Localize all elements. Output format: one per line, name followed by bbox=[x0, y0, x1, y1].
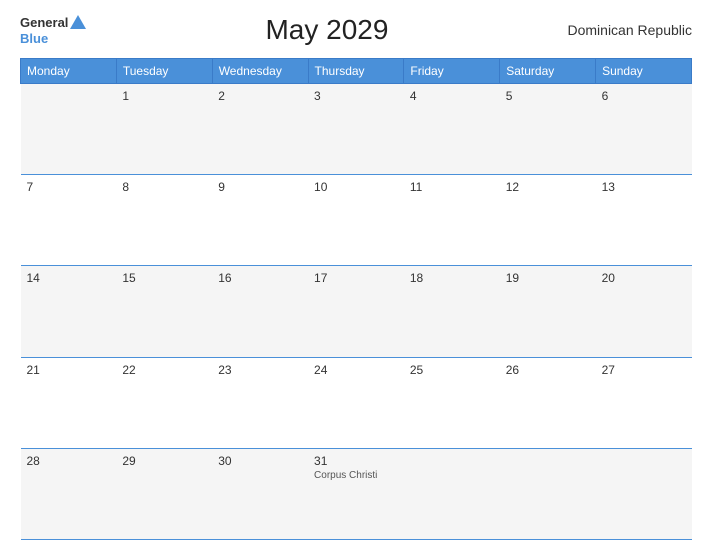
day-number: 30 bbox=[218, 454, 302, 468]
calendar-day-cell: 29 bbox=[116, 448, 212, 539]
calendar-title: May 2029 bbox=[265, 14, 388, 46]
calendar-day-cell: 5 bbox=[500, 84, 596, 175]
calendar-day-cell: 20 bbox=[596, 266, 692, 357]
day-number: 11 bbox=[410, 180, 494, 194]
day-number: 2 bbox=[218, 89, 302, 103]
calendar-day-cell: 12 bbox=[500, 175, 596, 266]
logo-triangle-icon bbox=[70, 15, 86, 29]
day-number: 10 bbox=[314, 180, 398, 194]
calendar-day-cell bbox=[404, 448, 500, 539]
day-number: 1 bbox=[122, 89, 206, 103]
day-number: 18 bbox=[410, 271, 494, 285]
day-number: 23 bbox=[218, 363, 302, 377]
day-number: 31 bbox=[314, 454, 398, 468]
calendar-day-cell: 13 bbox=[596, 175, 692, 266]
logo: General Blue bbox=[20, 15, 86, 46]
calendar-day-cell bbox=[21, 84, 117, 175]
col-thursday: Thursday bbox=[308, 59, 404, 84]
day-number: 4 bbox=[410, 89, 494, 103]
calendar-day-cell: 4 bbox=[404, 84, 500, 175]
calendar-day-cell: 21 bbox=[21, 357, 117, 448]
calendar-day-cell: 1 bbox=[116, 84, 212, 175]
calendar-day-cell: 24 bbox=[308, 357, 404, 448]
day-number: 26 bbox=[506, 363, 590, 377]
calendar-day-cell: 3 bbox=[308, 84, 404, 175]
calendar-day-cell: 22 bbox=[116, 357, 212, 448]
region-label: Dominican Republic bbox=[567, 22, 692, 38]
day-number: 20 bbox=[602, 271, 686, 285]
day-number: 7 bbox=[27, 180, 111, 194]
day-number: 25 bbox=[410, 363, 494, 377]
calendar-day-cell: 8 bbox=[116, 175, 212, 266]
calendar-day-cell: 11 bbox=[404, 175, 500, 266]
calendar-day-cell: 25 bbox=[404, 357, 500, 448]
event-label: Corpus Christi bbox=[314, 470, 398, 481]
calendar-day-cell: 7 bbox=[21, 175, 117, 266]
logo-blue-text: Blue bbox=[20, 31, 48, 46]
calendar-table: Monday Tuesday Wednesday Thursday Friday… bbox=[20, 58, 692, 540]
day-number: 16 bbox=[218, 271, 302, 285]
calendar-day-cell: 16 bbox=[212, 266, 308, 357]
day-number: 27 bbox=[602, 363, 686, 377]
day-number: 15 bbox=[122, 271, 206, 285]
day-number: 9 bbox=[218, 180, 302, 194]
calendar-day-cell: 31 Corpus Christi bbox=[308, 448, 404, 539]
calendar-day-cell: 10 bbox=[308, 175, 404, 266]
col-sunday: Sunday bbox=[596, 59, 692, 84]
day-number: 14 bbox=[27, 271, 111, 285]
logo-general-text: General bbox=[20, 15, 68, 30]
calendar-day-cell: 17 bbox=[308, 266, 404, 357]
day-number: 29 bbox=[122, 454, 206, 468]
day-number: 5 bbox=[506, 89, 590, 103]
calendar-day-cell: 2 bbox=[212, 84, 308, 175]
day-number: 21 bbox=[27, 363, 111, 377]
day-number: 17 bbox=[314, 271, 398, 285]
calendar-day-cell: 9 bbox=[212, 175, 308, 266]
calendar-day-cell bbox=[500, 448, 596, 539]
calendar-day-cell: 27 bbox=[596, 357, 692, 448]
day-number: 13 bbox=[602, 180, 686, 194]
calendar-day-cell: 28 bbox=[21, 448, 117, 539]
day-number: 3 bbox=[314, 89, 398, 103]
calendar-day-cell bbox=[596, 448, 692, 539]
col-saturday: Saturday bbox=[500, 59, 596, 84]
calendar-day-cell: 18 bbox=[404, 266, 500, 357]
col-monday: Monday bbox=[21, 59, 117, 84]
day-number: 8 bbox=[122, 180, 206, 194]
col-tuesday: Tuesday bbox=[116, 59, 212, 84]
calendar-header-row: Monday Tuesday Wednesday Thursday Friday… bbox=[21, 59, 692, 84]
calendar-day-cell: 19 bbox=[500, 266, 596, 357]
calendar-day-cell: 23 bbox=[212, 357, 308, 448]
calendar-day-cell: 30 bbox=[212, 448, 308, 539]
day-number: 19 bbox=[506, 271, 590, 285]
calendar-day-cell: 14 bbox=[21, 266, 117, 357]
calendar-day-cell: 26 bbox=[500, 357, 596, 448]
calendar-body: 1234567891011121314151617181920212223242… bbox=[21, 84, 692, 540]
col-friday: Friday bbox=[404, 59, 500, 84]
col-wednesday: Wednesday bbox=[212, 59, 308, 84]
calendar-header: General Blue May 2029 Dominican Republic bbox=[20, 10, 692, 50]
day-number: 24 bbox=[314, 363, 398, 377]
calendar-day-cell: 15 bbox=[116, 266, 212, 357]
day-number: 6 bbox=[602, 89, 686, 103]
day-number: 12 bbox=[506, 180, 590, 194]
day-number: 28 bbox=[27, 454, 111, 468]
day-number: 22 bbox=[122, 363, 206, 377]
calendar-day-cell: 6 bbox=[596, 84, 692, 175]
